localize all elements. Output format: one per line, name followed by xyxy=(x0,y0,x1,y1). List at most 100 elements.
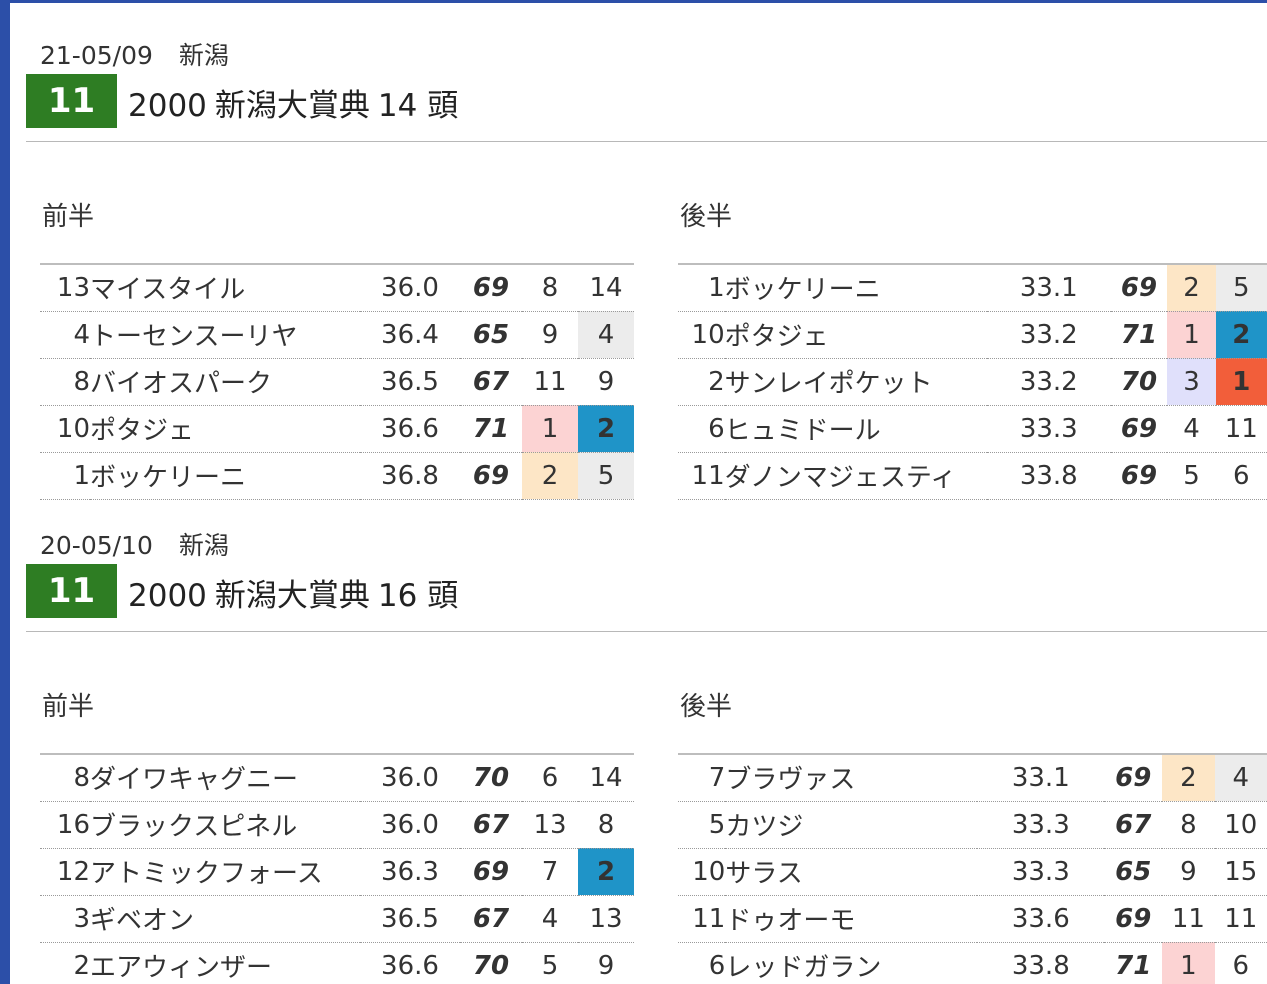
finish-rank: 13 xyxy=(578,895,634,943)
speed-index: 69 xyxy=(460,452,522,500)
split-time: 36.0 xyxy=(360,264,460,312)
race-section: 20-05/10 新潟 11 2000 新潟大賞典 16 頭前半 8 ダイワキャグニー 36.0… xyxy=(26,526,1267,984)
race-divider xyxy=(26,631,1267,632)
table-row: 4 トーセンスーリヤ 36.4 65 9 4 xyxy=(40,311,634,359)
horse-number: 2 xyxy=(40,942,90,984)
split-rank: 1 xyxy=(1167,311,1216,359)
table-row: 1 ボッケリーニ 33.1 69 2 5 xyxy=(678,264,1267,312)
horse-number: 1 xyxy=(678,264,725,312)
split-rank: 2 xyxy=(522,452,578,500)
speed-index: 69 xyxy=(1110,452,1168,500)
horse-name[interactable]: サラス xyxy=(725,848,978,896)
table-row: 10 サラス 33.3 65 9 15 xyxy=(678,848,1267,896)
split-time: 36.6 xyxy=(360,942,460,984)
horse-number: 2 xyxy=(678,358,725,406)
split-time: 33.1 xyxy=(977,754,1105,802)
second-half-table: 7 ブラヴァス 33.1 69 2 4 5 カツジ 33.3 67 8 10 10 サラス 33.3 65 9 1… xyxy=(678,753,1267,984)
horse-name[interactable]: ポタジェ xyxy=(90,405,360,453)
top-accent-bar xyxy=(0,0,1267,3)
finish-rank: 4 xyxy=(1214,754,1267,802)
finish-rank: 6 xyxy=(1215,452,1267,500)
horse-name[interactable]: ブラヴァス xyxy=(725,754,978,802)
split-time: 33.2 xyxy=(986,311,1111,359)
table-row: 2 サンレイポケット 33.2 70 3 1 xyxy=(678,358,1267,406)
split-time: 36.4 xyxy=(360,311,460,359)
first-half-label: 前半 xyxy=(42,692,95,722)
race-name: 新潟大賞典 xyxy=(214,578,370,614)
split-rank: 9 xyxy=(522,311,578,359)
horse-name[interactable]: ギベオン xyxy=(90,895,360,943)
horse-name[interactable]: レッドガラン xyxy=(725,942,978,984)
speed-index: 70 xyxy=(1110,358,1168,406)
table-row: 10 ポタジェ 33.2 71 1 2 xyxy=(678,311,1267,359)
race-heads: 16 頭 xyxy=(377,578,459,614)
horse-name[interactable]: ダイワキャグニー xyxy=(90,754,360,802)
speed-index: 69 xyxy=(460,264,522,312)
split-time: 33.3 xyxy=(977,848,1105,896)
horse-name[interactable]: ダノンマジェスティ xyxy=(724,452,987,500)
finish-rank: 15 xyxy=(1214,848,1267,896)
split-time: 33.8 xyxy=(977,942,1105,984)
horse-number: 6 xyxy=(678,405,725,453)
speed-index: 70 xyxy=(460,754,522,802)
race-distance: 2000 xyxy=(128,88,207,124)
split-time: 36.5 xyxy=(360,358,460,406)
split-rank: 5 xyxy=(522,942,578,984)
left-accent-bar xyxy=(0,0,10,984)
finish-rank: 2 xyxy=(578,848,634,896)
first-half-label: 前半 xyxy=(42,202,95,232)
split-rank: 7 xyxy=(522,848,578,896)
horse-number: 16 xyxy=(40,801,90,849)
split-time: 33.2 xyxy=(986,358,1111,406)
horse-name[interactable]: アトミックフォース xyxy=(90,848,360,896)
horse-name[interactable]: ポタジェ xyxy=(724,311,987,359)
table-row: 1 ボッケリーニ 36.8 69 2 5 xyxy=(40,452,634,500)
horse-number: 10 xyxy=(678,311,725,359)
horse-name[interactable]: マイスタイル xyxy=(90,264,360,312)
split-rank: 11 xyxy=(1162,895,1215,943)
split-rank: 8 xyxy=(522,264,578,312)
table-row: 8 バイオスパーク 36.5 67 11 9 xyxy=(40,358,634,406)
table-row: 10 ポタジェ 36.6 71 1 2 xyxy=(40,405,634,453)
horse-name[interactable]: ヒュミドール xyxy=(724,405,987,453)
split-time: 33.1 xyxy=(986,264,1111,312)
horse-number: 13 xyxy=(40,264,90,312)
first-half-table: 8 ダイワキャグニー 36.0 70 6 14 16 ブラックスピネル 36.0 67 13 8 12 ア… xyxy=(40,753,634,984)
horse-name[interactable]: ボッケリーニ xyxy=(90,452,360,500)
split-rank: 2 xyxy=(1167,264,1216,312)
first-half-table: 13 マイスタイル 36.0 69 8 14 4 トーセンスーリヤ 36.4 65 9 4 8 バイオスパ… xyxy=(40,263,634,500)
horse-name[interactable]: カツジ xyxy=(725,801,978,849)
speed-index: 67 xyxy=(1104,801,1163,849)
split-rank: 13 xyxy=(522,801,578,849)
split-rank: 4 xyxy=(522,895,578,943)
split-time: 33.3 xyxy=(977,801,1105,849)
horse-name[interactable]: トーセンスーリヤ xyxy=(90,311,360,359)
horse-name[interactable]: ブラックスピネル xyxy=(90,801,360,849)
race-title: 2000 新潟大賞典 16 頭 xyxy=(128,570,458,615)
finish-rank: 11 xyxy=(1214,895,1267,943)
horse-number: 8 xyxy=(40,358,90,406)
finish-rank: 9 xyxy=(578,358,634,406)
split-rank: 11 xyxy=(522,358,578,406)
horse-number: 12 xyxy=(40,848,90,896)
horse-name[interactable]: ボッケリーニ xyxy=(724,264,987,312)
horse-name[interactable]: ドゥオーモ xyxy=(725,895,978,943)
horse-name[interactable]: サンレイポケット xyxy=(724,358,987,406)
speed-index: 71 xyxy=(1104,942,1163,984)
race-number-badge: 11 xyxy=(26,564,117,618)
second-half-table: 1 ボッケリーニ 33.1 69 2 5 10 ポタジェ 33.2 71 1 2 2 サンレイポケット 33… xyxy=(678,263,1267,500)
table-row: 5 カツジ 33.3 67 8 10 xyxy=(678,801,1267,849)
horse-name[interactable]: エアウィンザー xyxy=(90,942,360,984)
horse-number: 1 xyxy=(40,452,90,500)
split-time: 36.0 xyxy=(360,801,460,849)
split-rank: 3 xyxy=(1167,358,1216,406)
split-rank: 9 xyxy=(1162,848,1215,896)
speed-index: 71 xyxy=(460,405,522,453)
race-section: 21-05/09 新潟 11 2000 新潟大賞典 14 頭前半 13 マイスタイル 36.0 6… xyxy=(26,36,1267,500)
finish-rank: 10 xyxy=(1214,801,1267,849)
second-half-label: 後半 xyxy=(680,202,733,232)
table-row: 12 アトミックフォース 36.3 69 7 2 xyxy=(40,848,634,896)
race-date-line: 20-05/10 新潟 xyxy=(40,526,229,562)
horse-name[interactable]: バイオスパーク xyxy=(90,358,360,406)
split-time: 36.6 xyxy=(360,405,460,453)
